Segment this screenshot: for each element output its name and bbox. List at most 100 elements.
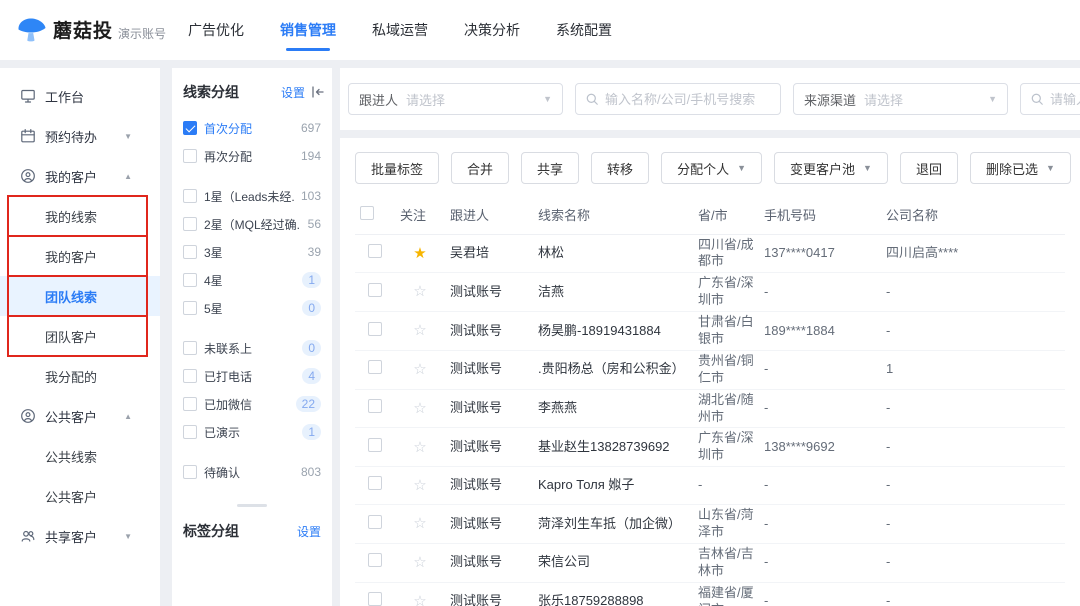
star-cell: ☆ xyxy=(395,350,445,389)
lead-group-item[interactable]: 5星0 xyxy=(183,294,321,322)
checkbox[interactable] xyxy=(183,149,197,163)
cell-region: 福建省/厦门市 xyxy=(693,582,759,606)
toolbar-button[interactable]: 合并 xyxy=(451,152,509,184)
sidebar-item[interactable]: 我的客户▲ xyxy=(0,156,160,196)
cell-company: 1 xyxy=(881,350,1065,389)
sidebar-item[interactable]: 团队线索 xyxy=(0,276,160,316)
checkbox[interactable] xyxy=(183,397,197,411)
checkbox[interactable] xyxy=(183,273,197,287)
sidebar-item[interactable]: 公共客户▲ xyxy=(0,396,160,436)
lead-group-item[interactable]: 3星39 xyxy=(183,238,321,266)
lead-groups-settings-link[interactable]: 设置 xyxy=(281,84,305,101)
lead-group-item[interactable]: 未联系上0 xyxy=(183,334,321,362)
toolbar-button[interactable]: 共享 xyxy=(521,152,579,184)
cell-region: 广东省/深圳市 xyxy=(693,273,759,312)
toolbar-button-label: 退回 xyxy=(916,159,942,178)
checkbox[interactable] xyxy=(183,425,197,439)
group-label: 已打电话 xyxy=(204,368,252,385)
checkbox[interactable] xyxy=(183,301,197,315)
cell-follower: 测试账号 xyxy=(445,582,533,606)
cell-company: - xyxy=(881,312,1065,351)
row-checkbox[interactable] xyxy=(368,515,382,529)
star-empty-icon[interactable]: ☆ xyxy=(413,477,426,494)
sidebar-item[interactable]: 公共线索 xyxy=(0,436,160,476)
company-search xyxy=(1020,83,1080,115)
star-empty-icon[interactable]: ☆ xyxy=(413,515,426,532)
nav-item[interactable]: 决策分析 xyxy=(446,0,538,60)
cell-follower: 测试账号 xyxy=(445,389,533,428)
cell-phone: 189****1884 xyxy=(759,312,881,351)
sidebar-item[interactable]: 工作台 xyxy=(0,76,160,116)
lead-group-item[interactable]: 已演示1 xyxy=(183,418,321,446)
name-search-input[interactable] xyxy=(605,92,771,107)
star-empty-icon[interactable]: ☆ xyxy=(413,554,426,571)
row-checkbox-cell xyxy=(355,467,395,505)
cell-phone: - xyxy=(759,389,881,428)
sidebar-item[interactable]: 我的客户 xyxy=(0,236,160,276)
user-icon xyxy=(20,408,36,424)
lead-group-item[interactable]: 首次分配697 xyxy=(183,114,321,142)
toolbar-button[interactable]: 分配个人▼ xyxy=(661,152,762,184)
cell-name: 荣信公司 xyxy=(533,543,693,582)
table-header: 关注 xyxy=(395,196,445,234)
lead-group-item[interactable]: 1星（Leads未经...103 xyxy=(183,182,321,210)
star-empty-icon[interactable]: ☆ xyxy=(413,283,426,300)
checkbox[interactable] xyxy=(183,341,197,355)
lead-group-item[interactable]: 已打电话4 xyxy=(183,362,321,390)
checkbox[interactable] xyxy=(183,465,197,479)
toolbar-button[interactable]: 删除已选▼ xyxy=(970,152,1071,184)
cell-region: 吉林省/吉林市 xyxy=(693,543,759,582)
cell-phone: - xyxy=(759,273,881,312)
star-filled-icon[interactable]: ★ xyxy=(413,245,426,262)
source-filter-select[interactable]: 来源渠道 请选择 ▼ xyxy=(793,83,1008,115)
sidebar-item[interactable]: 公共客户 xyxy=(0,476,160,516)
group-count: 56 xyxy=(308,217,321,231)
chevron-up-icon: ▲ xyxy=(124,172,132,181)
row-checkbox[interactable] xyxy=(368,360,382,374)
star-empty-icon[interactable]: ☆ xyxy=(413,361,426,378)
follower-filter-select[interactable]: 跟进人 请选择 ▼ xyxy=(348,83,563,115)
nav-item[interactable]: 私域运营 xyxy=(354,0,446,60)
sidebar-item[interactable]: 我的线索 xyxy=(0,196,160,236)
toolbar-button[interactable]: 变更客户池▼ xyxy=(774,152,888,184)
sidebar-item[interactable]: 我分配的 xyxy=(0,356,160,396)
star-empty-icon[interactable]: ☆ xyxy=(413,322,426,339)
row-checkbox[interactable] xyxy=(368,322,382,336)
lead-group-item[interactable]: 4星1 xyxy=(183,266,321,294)
sidebar-item[interactable]: 共享客户▼ xyxy=(0,516,160,556)
lead-group-item[interactable]: 再次分配194 xyxy=(183,142,321,170)
star-empty-icon[interactable]: ☆ xyxy=(413,400,426,417)
group-label: 5星 xyxy=(204,300,223,317)
company-search-input[interactable] xyxy=(1050,92,1080,107)
checkbox[interactable] xyxy=(183,245,197,259)
lead-group-item[interactable]: 2星（MQL经过确...56 xyxy=(183,210,321,238)
row-checkbox[interactable] xyxy=(368,399,382,413)
tag-groups-settings-link[interactable]: 设置 xyxy=(297,523,321,540)
star-empty-icon[interactable]: ☆ xyxy=(413,439,426,456)
lead-group-item[interactable]: 已加微信22 xyxy=(183,390,321,418)
row-checkbox[interactable] xyxy=(368,244,382,258)
nav-item[interactable]: 销售管理 xyxy=(262,0,354,60)
sidebar-item[interactable]: 团队客户 xyxy=(0,316,160,356)
row-checkbox[interactable] xyxy=(368,283,382,297)
checkbox[interactable] xyxy=(183,121,197,135)
row-checkbox[interactable] xyxy=(368,553,382,567)
collapse-panel-icon[interactable] xyxy=(311,85,325,99)
lead-group-item[interactable]: 待确认803 xyxy=(183,458,321,486)
row-checkbox[interactable] xyxy=(368,592,382,606)
toolbar-button[interactable]: 退回 xyxy=(900,152,958,184)
checkbox[interactable] xyxy=(183,369,197,383)
row-checkbox[interactable] xyxy=(368,438,382,452)
nav-item[interactable]: 系统配置 xyxy=(538,0,630,60)
row-checkbox[interactable] xyxy=(368,476,382,490)
toolbar-button[interactable]: 转移 xyxy=(591,152,649,184)
star-empty-icon[interactable]: ☆ xyxy=(413,593,426,606)
toolbar-button[interactable]: 批量标签 xyxy=(355,152,439,184)
checkbox[interactable] xyxy=(183,189,197,203)
cell-phone: - xyxy=(759,505,881,544)
checkbox[interactable] xyxy=(183,217,197,231)
sidebar-item[interactable]: 预约待办▼ xyxy=(0,116,160,156)
select-all-checkbox[interactable] xyxy=(360,206,374,220)
toolbar-button-label: 共享 xyxy=(537,159,563,178)
nav-item[interactable]: 广告优化 xyxy=(170,0,262,60)
